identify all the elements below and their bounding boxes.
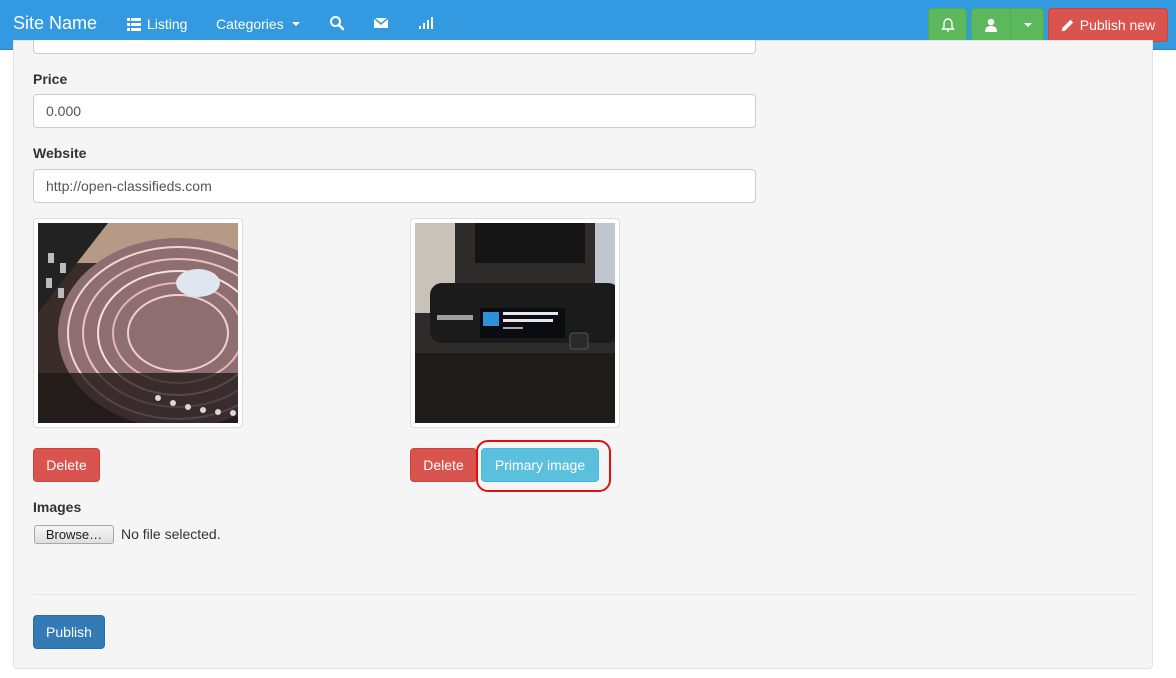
search-icon[interactable]	[329, 15, 345, 31]
caret-down-icon	[1024, 23, 1032, 27]
pencil-icon	[1061, 19, 1073, 31]
site-brand[interactable]: Site Name	[13, 13, 97, 34]
notifications-button[interactable]	[928, 8, 967, 42]
list-icon	[127, 17, 141, 31]
user-menu-button[interactable]	[971, 8, 1011, 42]
nav-categories-dropdown[interactable]: Categories	[216, 16, 300, 32]
website-label: Website	[33, 145, 87, 161]
image-thumbnail-1	[33, 218, 243, 428]
file-status-text: No file selected.	[121, 526, 221, 542]
user-menu-toggle[interactable]	[1010, 8, 1044, 42]
envelope-icon[interactable]	[373, 15, 389, 31]
publish-button[interactable]: Publish	[33, 615, 105, 649]
nav-categories-label: Categories	[216, 16, 284, 32]
images-label: Images	[33, 499, 82, 515]
divider	[33, 594, 1136, 595]
user-icon	[985, 18, 997, 32]
highlight-annotation	[476, 440, 611, 492]
sony-walkman-photo	[415, 223, 615, 423]
price-input[interactable]: 0.000	[33, 94, 756, 128]
caret-down-icon	[291, 22, 300, 26]
previous-field-input[interactable]	[33, 40, 756, 54]
delete-image-2-button[interactable]: Delete	[410, 448, 477, 482]
publish-new-label: Publish new	[1079, 17, 1156, 33]
nav-listing[interactable]: Listing	[127, 16, 187, 32]
publish-new-button[interactable]: Publish new	[1048, 8, 1168, 42]
browse-file-button[interactable]: Browse…	[34, 525, 114, 544]
price-label: Price	[33, 71, 68, 87]
website-input[interactable]: http://open-classifieds.com	[33, 169, 756, 203]
signal-icon[interactable]	[418, 15, 434, 31]
turntable-photo	[38, 223, 238, 423]
image-thumbnail-2	[410, 218, 620, 428]
bell-icon	[940, 18, 955, 32]
delete-image-1-button[interactable]: Delete	[33, 448, 100, 482]
nav-listing-label: Listing	[147, 16, 188, 32]
